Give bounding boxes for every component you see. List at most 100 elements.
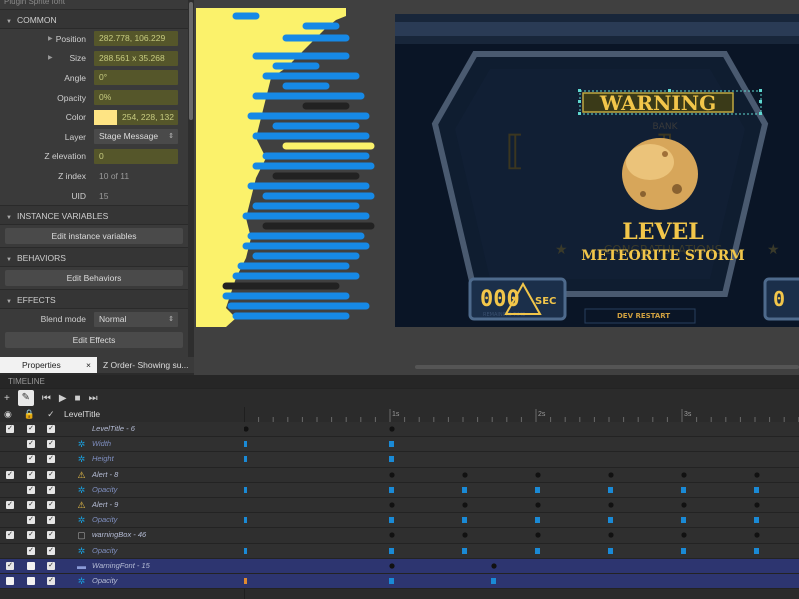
enabled-checkbox[interactable]: ✓: [47, 531, 55, 540]
layout-canvas[interactable]: ⟦ ⟧ WARNING BANK CONGRATULATIONS LEVEL M…: [194, 0, 799, 375]
edit-instance-variables-button[interactable]: Edit instance variables: [5, 228, 183, 245]
prop-angle: Angle 0°: [0, 68, 188, 88]
color-field[interactable]: 254, 228, 132: [94, 109, 178, 125]
prop-uid: UID 15: [0, 186, 188, 206]
pencil-icon[interactable]: ✎: [17, 390, 34, 406]
visibility-checkbox[interactable]: ✓: [6, 500, 14, 509]
play-icon[interactable]: ▶: [59, 393, 67, 404]
timeline-row[interactable]: ✓ ✓ ✓ LevelTitle - 6: [0, 422, 799, 438]
timeline-row[interactable]: ✓ ✓ ✲ Opacity: [0, 482, 799, 498]
visibility-checkbox[interactable]: ✓: [6, 561, 14, 570]
enabled-checkbox[interactable]: ✓: [47, 546, 55, 555]
lock-checkbox[interactable]: ✓: [27, 500, 35, 509]
visibility-checkbox[interactable]: ✓: [6, 531, 14, 540]
lock-checkbox[interactable]: ✓: [27, 485, 35, 494]
timeline-row[interactable]: ✓ ✲ Opacity: [0, 573, 799, 590]
keyframe: [389, 456, 394, 463]
section-instance-variables[interactable]: ▼ INSTANCE VARIABLES: [0, 205, 188, 226]
tab-z-order[interactable]: Z Order- Showing su...: [97, 357, 194, 373]
keyframe: [491, 563, 497, 569]
enabled-checkbox[interactable]: ✓: [47, 516, 55, 525]
add-icon[interactable]: +: [4, 393, 10, 404]
layer-select[interactable]: Stage Message ⇕: [94, 129, 178, 145]
wave-sprite[interactable]: [196, 8, 382, 327]
enabled-checkbox[interactable]: ✓: [47, 425, 55, 433]
ruler-label: 2s: [538, 411, 546, 418]
skip-to-start-icon[interactable]: ⏮: [42, 393, 51, 404]
keyframe-track: [244, 577, 496, 584]
section-behaviors[interactable]: ▼ BEHAVIORS: [0, 247, 188, 268]
lock-checkbox[interactable]: [27, 561, 35, 570]
visibility-checkbox[interactable]: [6, 576, 14, 585]
eye-icon[interactable]: ◉: [4, 409, 12, 420]
enabled-checkbox[interactable]: ✓: [47, 485, 55, 494]
stop-icon[interactable]: ■: [75, 393, 81, 404]
lock-checkbox[interactable]: ✓: [27, 455, 35, 464]
edit-effects-button[interactable]: Edit Effects: [5, 331, 183, 348]
expand-triangle-icon[interactable]: ▶: [48, 35, 53, 42]
timeline-row[interactable]: ✓ ✓ ✓ ⚠ Alert - 9: [0, 497, 799, 514]
collapse-triangle-icon[interactable]: ▼: [6, 19, 12, 25]
keyframe: [389, 441, 394, 448]
timeline-row[interactable]: ✓ ✓ ✓ ▢ warningBox - 46: [0, 528, 799, 544]
lock-checkbox[interactable]: ✓: [27, 440, 35, 449]
lock-icon[interactable]: 🔒: [24, 409, 35, 420]
timeline-title: TIMELINE: [0, 375, 799, 389]
collapse-triangle-icon[interactable]: ▼: [6, 257, 12, 263]
timeline-row[interactable]: ✓ ✓ ✲ Height: [0, 452, 799, 468]
enabled-checkbox[interactable]: ✓: [47, 440, 55, 449]
lock-checkbox[interactable]: ✓: [27, 531, 35, 540]
canvas-horizontal-scrollbar[interactable]: [415, 365, 799, 369]
position-field[interactable]: 282.778, 106.229: [94, 31, 178, 47]
enabled-checkbox[interactable]: ✓: [47, 500, 55, 509]
timeline-ruler[interactable]: 1s 2s 3s: [244, 407, 799, 422]
lock-checkbox[interactable]: ✓: [27, 546, 35, 555]
tab-properties[interactable]: Properties ×: [0, 357, 97, 373]
lock-checkbox[interactable]: ✓: [27, 425, 35, 433]
font-icon: ▬: [77, 560, 86, 571]
close-icon[interactable]: ×: [86, 357, 91, 373]
keyframe: [389, 517, 394, 524]
section-common[interactable]: ▼ COMMON: [0, 9, 188, 29]
keyframe: [389, 426, 395, 432]
keyframe: [462, 486, 467, 493]
keyframe: [462, 547, 467, 554]
opacity-field[interactable]: 0%: [94, 90, 178, 106]
meteorite-storm-text: METEORITE STORM: [581, 248, 744, 264]
keyframe: [389, 547, 394, 554]
timeline-row[interactable]: ✓ ✓ ✲ Opacity: [0, 513, 799, 529]
timeline-row[interactable]: ✓ ✓ ▬ WarningFont - 15: [0, 558, 799, 574]
lock-checkbox[interactable]: ✓: [27, 516, 35, 525]
timeline-root-label: LevelTitle: [64, 409, 101, 419]
color-swatch[interactable]: [94, 109, 117, 125]
z-elevation-field[interactable]: 0: [94, 148, 178, 164]
scrollbar-thumb[interactable]: [189, 2, 193, 120]
visibility-checkbox[interactable]: ✓: [6, 470, 14, 479]
enabled-checkbox[interactable]: ✓: [47, 455, 55, 464]
checkmark-icon[interactable]: ✓: [47, 409, 55, 420]
enabled-checkbox[interactable]: ✓: [47, 470, 55, 479]
enabled-checkbox[interactable]: ✓: [47, 561, 55, 570]
timeline-row[interactable]: ✓ ✓ ✓ ⚠ Alert - 8: [0, 467, 799, 483]
lock-checkbox[interactable]: [27, 576, 35, 585]
timeline-row[interactable]: ✓ ✓ ✲ Width: [0, 437, 799, 453]
edit-behaviors-button[interactable]: Edit Behaviors: [5, 270, 183, 287]
lock-checkbox[interactable]: ✓: [27, 470, 35, 479]
size-field[interactable]: 288.561 x 35.268: [94, 50, 178, 66]
keyframe: [608, 502, 614, 508]
section-effects[interactable]: ▼ EFFECTS: [0, 289, 188, 310]
keyframe: [535, 517, 540, 524]
visibility-checkbox[interactable]: ✓: [6, 425, 14, 433]
keyframe-track: [244, 441, 394, 448]
keyframe: [462, 517, 467, 524]
skip-to-end-icon[interactable]: ⏭: [89, 393, 98, 404]
collapse-triangle-icon[interactable]: ▼: [6, 299, 12, 305]
expand-triangle-icon[interactable]: ▶: [48, 54, 53, 61]
blend-mode-select[interactable]: Normal ⇕: [94, 311, 178, 327]
enabled-checkbox[interactable]: ✓: [47, 576, 55, 585]
game-scene[interactable]: ⟦ ⟧ WARNING BANK CONGRATULATIONS LEVEL M…: [395, 14, 799, 327]
collapse-triangle-icon[interactable]: ▼: [6, 215, 12, 221]
prop-opacity: Opacity 0%: [0, 88, 188, 108]
timeline-row[interactable]: ✓ ✓ ✲ Opacity: [0, 543, 799, 559]
angle-field[interactable]: 0°: [94, 70, 178, 86]
